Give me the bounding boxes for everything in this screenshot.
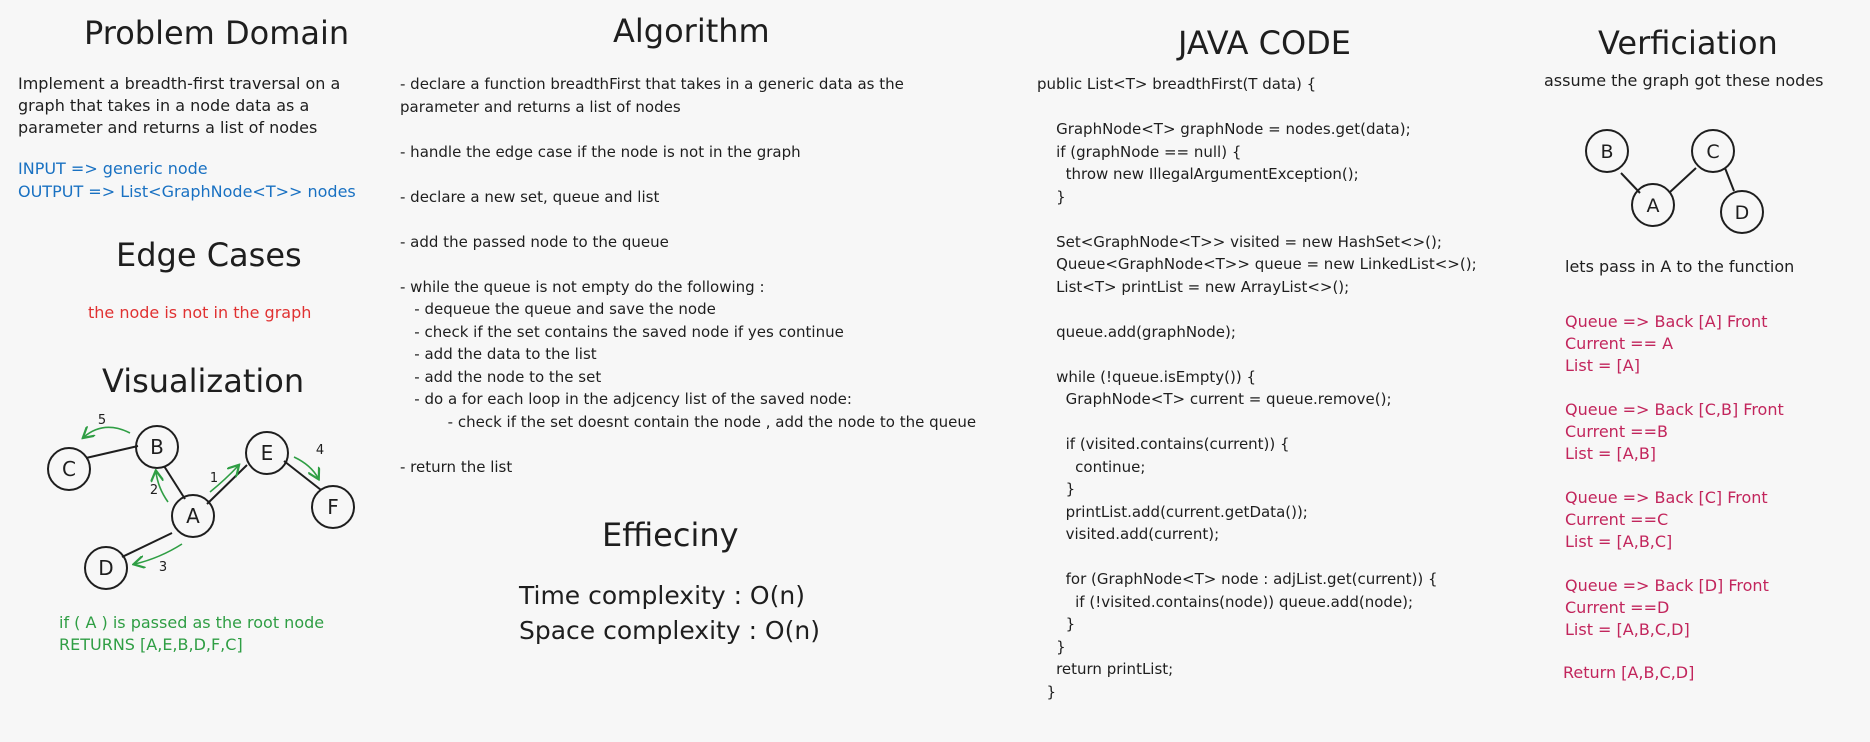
output-spec: OUTPUT => List<GraphNode<T>> nodes [18, 182, 356, 201]
order-label: 3 [159, 560, 167, 575]
traversal-arrow [293, 456, 318, 478]
verification-step: Queue => Back [D] Front Current ==D List… [1565, 576, 1769, 639]
verification-graph: B C A D [1585, 129, 1764, 234]
java-code-block: public List<T> breadthFirst(T data) { Gr… [1037, 75, 1477, 701]
edge-case-text: the node is not in the graph [88, 303, 312, 322]
efficiency-title: Effieciny [602, 516, 739, 554]
verification-step: Queue => Back [C,B] Front Current ==B Li… [1565, 400, 1784, 463]
verification-subtitle: assume the graph got these nodes [1544, 71, 1824, 90]
verification-return: Return [A,B,C,D] [1563, 663, 1695, 682]
order-label: 1 [210, 471, 218, 486]
order-label: 2 [150, 483, 158, 498]
verification-step: Queue => Back [A] Front Current == A Lis… [1565, 312, 1768, 375]
time-complexity: Time complexity : O(n) [519, 581, 805, 610]
visualization-title: Visualization [102, 362, 305, 400]
vis-node-label: A [186, 504, 200, 528]
verif-edge-a-c [1669, 167, 1697, 193]
visualization-graph: C B E F A D 5 2 1 4 3 [47, 413, 355, 590]
vis-node-label: B [150, 435, 164, 459]
edge-e-f [283, 460, 322, 491]
input-spec: INPUT => generic node [18, 159, 208, 178]
order-label: 4 [316, 443, 324, 458]
edge-cases-title: Edge Cases [116, 236, 302, 274]
traversal-arrow [84, 427, 131, 437]
edge-b-a [163, 465, 186, 500]
vis-node-label: E [261, 441, 274, 465]
vis-node-label: D [98, 556, 113, 580]
space-complexity: Space complexity : O(n) [519, 616, 820, 645]
problem-description: Implement a breadth-first traversal on a… [18, 74, 341, 137]
visualization-result: if ( A ) is passed as the root node RETU… [59, 613, 325, 654]
order-label: 5 [98, 413, 106, 428]
verif-node-label: C [1706, 141, 1719, 163]
verif-node-label: B [1600, 141, 1613, 163]
vis-node-label: C [62, 457, 76, 481]
verif-node-label: A [1647, 195, 1660, 217]
algorithm-title: Algorithm [613, 12, 770, 50]
vis-node-label: F [327, 495, 339, 519]
verification-title: Verficiation [1598, 24, 1778, 62]
problem-domain-title: Problem Domain [84, 14, 350, 52]
edge-c-b [85, 445, 139, 459]
verif-edge-c-d [1724, 167, 1735, 192]
java-code-title: JAVA CODE [1178, 24, 1352, 62]
verification-step: Queue => Back [C] Front Current ==C List… [1565, 488, 1768, 551]
verif-node-label: D [1735, 202, 1750, 224]
verification-pass-text: lets pass in A to the function [1565, 257, 1795, 276]
algorithm-steps: - declare a function breadthFirst that t… [400, 75, 977, 476]
